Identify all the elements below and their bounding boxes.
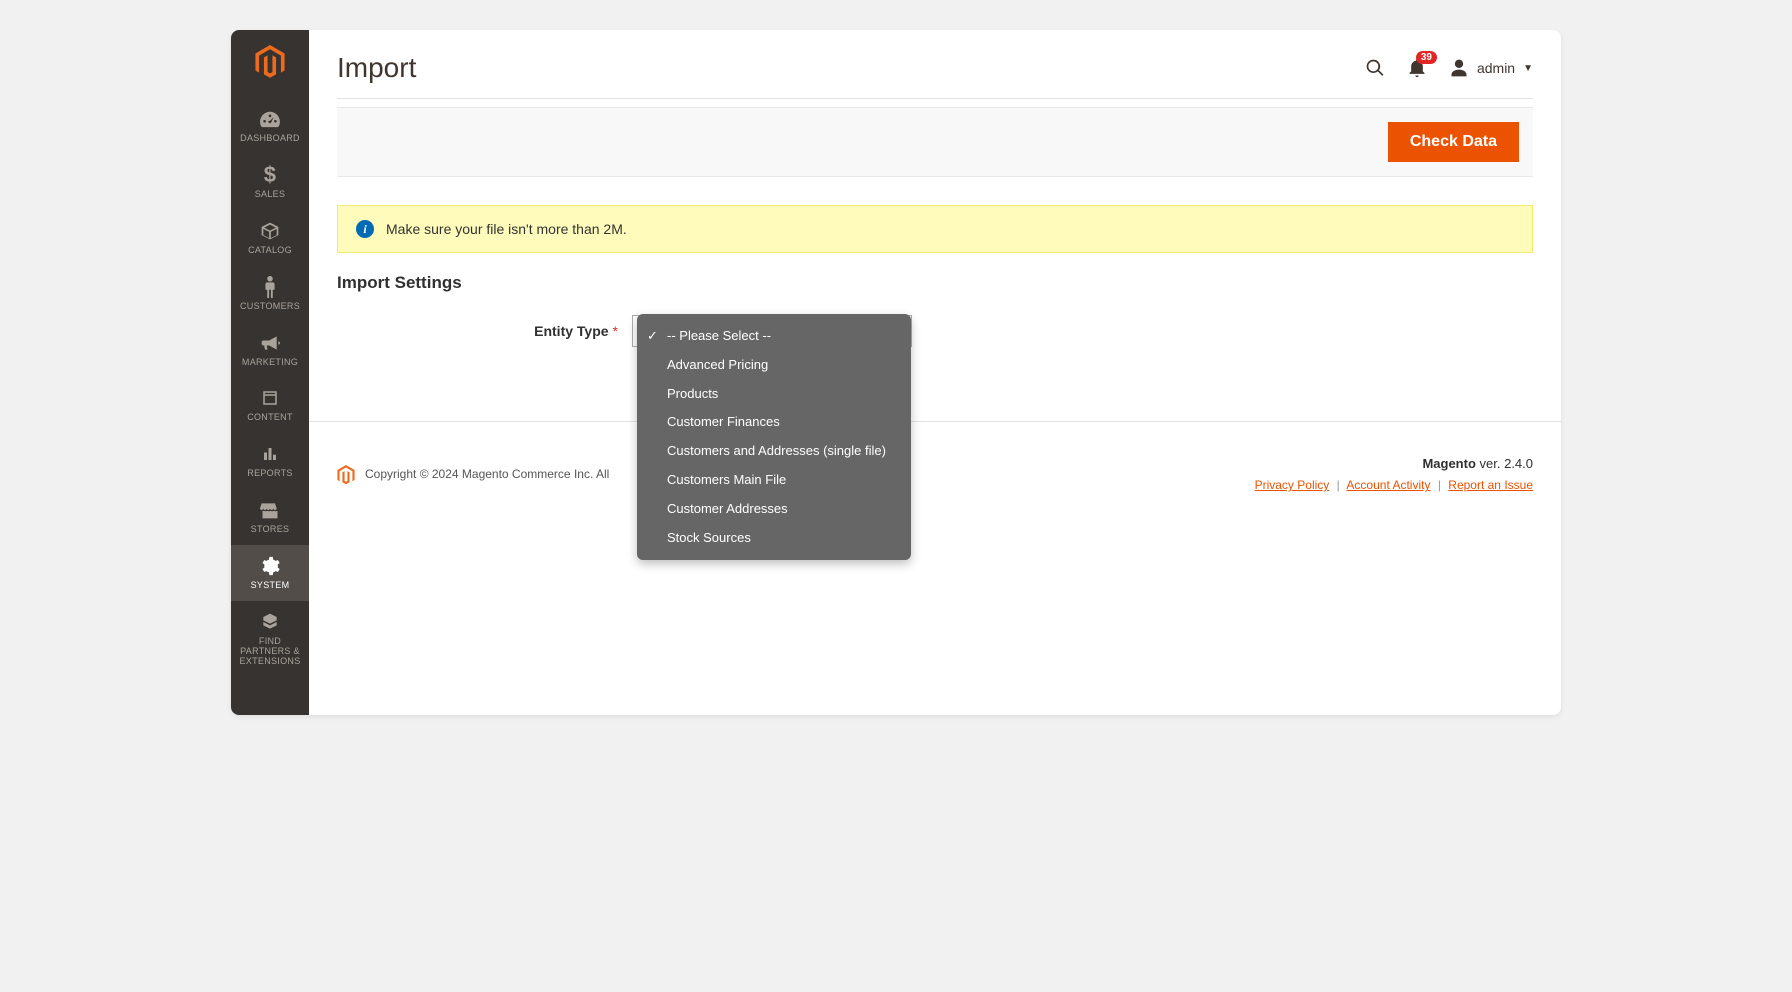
dropdown-option[interactable]: Stock Sources [637, 524, 911, 553]
dropdown-option[interactable]: Customer Addresses [637, 495, 911, 524]
footer-version: ver. 2.4.0 [1476, 456, 1533, 471]
notification-badge: 39 [1416, 51, 1437, 64]
info-message: i Make sure your file isn't more than 2M… [337, 205, 1533, 253]
footer-version-brand: Magento [1422, 456, 1475, 471]
magento-logo-icon [252, 44, 288, 80]
content-icon [261, 387, 279, 409]
magento-footer-logo-icon [337, 465, 355, 483]
info-message-text: Make sure your file isn't more than 2M. [386, 221, 627, 237]
sidebar-label: SALES [255, 190, 286, 200]
sidebar-label: MARKETING [242, 358, 298, 368]
sidebar-label: CONTENT [247, 413, 293, 423]
partners-icon [260, 611, 280, 633]
info-icon: i [356, 220, 374, 238]
dropdown-option[interactable]: Customer Finances [637, 408, 911, 437]
sidebar-label: CUSTOMERS [240, 302, 300, 312]
box-icon [260, 220, 280, 242]
caret-down-icon: ▼ [1523, 63, 1533, 74]
sidebar-item-reports[interactable]: REPORTS [231, 433, 309, 489]
footer-left: Copyright © 2024 Magento Commerce Inc. A… [337, 465, 609, 483]
section-title: Import Settings [337, 273, 1533, 293]
search-icon[interactable] [1365, 58, 1385, 78]
sidebar-item-sales[interactable]: $ SALES [231, 154, 309, 210]
sidebar-label: CATALOG [248, 246, 292, 256]
check-data-button[interactable]: Check Data [1388, 122, 1519, 162]
sidebar: DASHBOARD $ SALES CATALOG CUSTOMERS MARK… [231, 30, 309, 715]
store-icon [260, 499, 280, 521]
page-footer: Copyright © 2024 Magento Commerce Inc. A… [309, 421, 1561, 527]
sidebar-item-content[interactable]: CONTENT [231, 377, 309, 433]
separator: | [1438, 478, 1441, 492]
dropdown-option[interactable]: Products [637, 380, 911, 409]
action-bar: Check Data [337, 107, 1533, 177]
dollar-icon: $ [264, 164, 277, 186]
import-settings-section: Import Settings Entity Type* -- Please S… [337, 273, 1533, 361]
entity-type-dropdown: -- Please Select -- Advanced Pricing Pro… [637, 314, 911, 560]
admin-label: admin [1477, 60, 1515, 76]
dropdown-option[interactable]: Customers and Addresses (single file) [637, 437, 911, 466]
megaphone-icon [260, 332, 280, 354]
app-frame: DASHBOARD $ SALES CATALOG CUSTOMERS MARK… [231, 30, 1561, 715]
gear-icon [260, 555, 280, 577]
sidebar-label: FIND PARTNERS & EXTENSIONS [233, 637, 307, 667]
sidebar-item-customers[interactable]: CUSTOMERS [231, 266, 309, 322]
main-content: Import 39 admin ▼ Check Data i [309, 30, 1561, 715]
dashboard-icon [259, 108, 281, 130]
sidebar-label: STORES [251, 525, 290, 535]
person-icon [263, 276, 277, 298]
footer-right: Magento ver. 2.4.0 Privacy Policy | Acco… [1255, 452, 1533, 497]
user-icon [1449, 58, 1469, 78]
entity-type-row: Entity Type* [337, 315, 1533, 347]
account-activity-link[interactable]: Account Activity [1346, 478, 1430, 492]
footer-copyright: Copyright © 2024 Magento Commerce Inc. A… [365, 467, 609, 481]
sidebar-label: DASHBOARD [240, 134, 300, 144]
dropdown-option[interactable]: -- Please Select -- [637, 322, 911, 351]
sidebar-item-catalog[interactable]: CATALOG [231, 210, 309, 266]
notifications-icon[interactable]: 39 [1407, 57, 1427, 79]
header-divider [337, 98, 1533, 99]
sidebar-item-system[interactable]: SYSTEM [231, 545, 309, 601]
entity-type-label: Entity Type* [337, 323, 632, 339]
sidebar-item-partners[interactable]: FIND PARTNERS & EXTENSIONS [231, 601, 309, 677]
sidebar-label: SYSTEM [251, 581, 290, 591]
sidebar-item-stores[interactable]: STORES [231, 489, 309, 545]
sidebar-label: REPORTS [247, 469, 292, 479]
separator: | [1337, 478, 1340, 492]
dropdown-option[interactable]: Customers Main File [637, 466, 911, 495]
page-title: Import [337, 52, 416, 84]
sidebar-item-dashboard[interactable]: DASHBOARD [231, 98, 309, 154]
admin-account-menu[interactable]: admin ▼ [1449, 58, 1533, 78]
chart-icon [261, 443, 279, 465]
report-issue-link[interactable]: Report an Issue [1448, 478, 1533, 492]
privacy-policy-link[interactable]: Privacy Policy [1255, 478, 1330, 492]
sidebar-item-marketing[interactable]: MARKETING [231, 322, 309, 378]
header-actions: 39 admin ▼ [1365, 57, 1533, 79]
dropdown-option[interactable]: Advanced Pricing [637, 351, 911, 380]
page-header: Import 39 admin ▼ [309, 30, 1561, 98]
